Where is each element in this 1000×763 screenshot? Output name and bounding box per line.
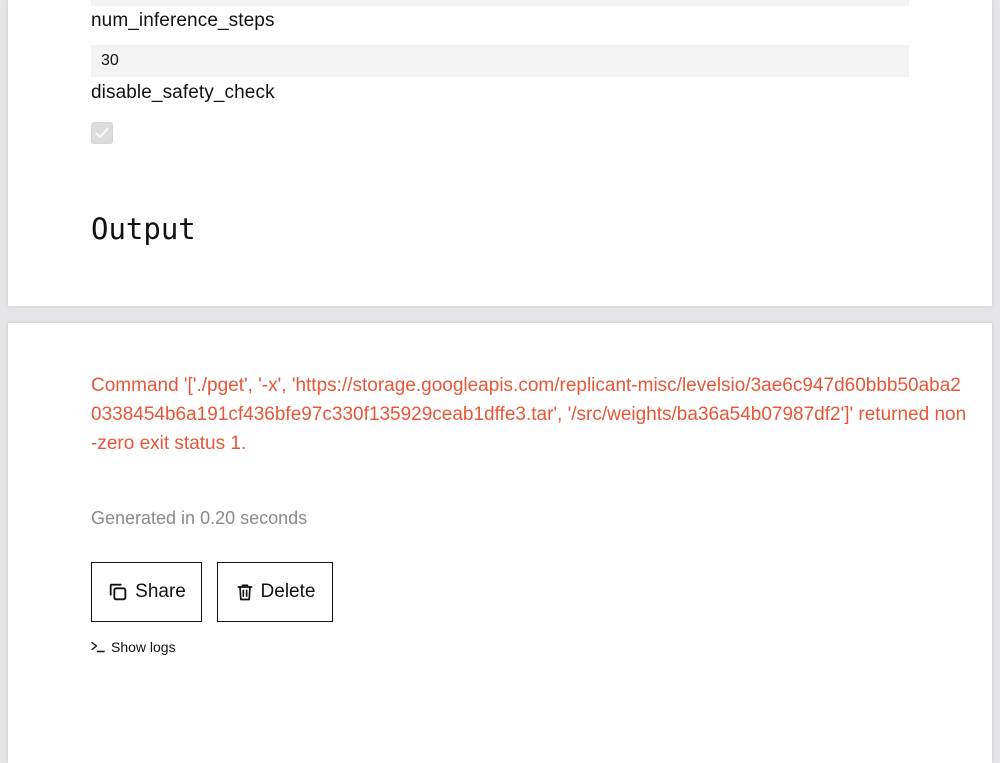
output-heading: Output [91, 212, 196, 246]
delete-button[interactable]: Delete [217, 562, 333, 622]
trash-icon [237, 584, 253, 601]
input-form-card: num_inference_steps 30 disable_safety_ch… [8, 0, 992, 306]
delete-button-label: Delete [260, 581, 316, 602]
terminal-icon [91, 641, 105, 653]
error-message: Command '['./pget', '-x', 'https://stora… [91, 375, 967, 454]
show-logs-label: Show logs [111, 639, 176, 655]
output-card: Command '['./pget', '-x', 'https://stora… [8, 323, 992, 763]
check-icon [95, 127, 109, 139]
copy-icon [109, 583, 127, 601]
show-logs-toggle[interactable]: Show logs [91, 639, 176, 655]
num-inference-steps-input[interactable]: 30 [91, 45, 909, 77]
num-inference-steps-label: num_inference_steps [91, 10, 275, 31]
disable-safety-check-checkbox[interactable] [91, 122, 113, 144]
generated-time: Generated in 0.20 seconds [91, 508, 308, 528]
previous-input-field[interactable] [91, 0, 909, 6]
share-button-label: Share [135, 581, 186, 602]
share-button[interactable]: Share [91, 562, 202, 622]
disable-safety-check-label: disable_safety_check [91, 82, 275, 103]
